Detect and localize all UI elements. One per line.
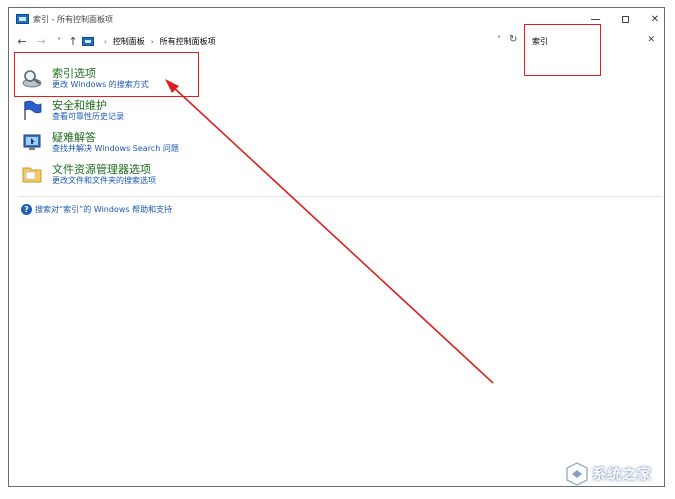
chevron-down-icon: ˅ [57,36,61,46]
arrow-up-icon: ↑ [68,34,78,48]
result-item-security-maintenance[interactable]: 安全和维护 查看可靠性历史记录 [21,97,321,125]
title-bar: 索引 - 所有控制面板项 ✕ [9,8,664,32]
control-panel-window: 索引 - 所有控制面板项 ✕ ← → ˅ ↑ › 控制面板 › 所有控制面板项 … [8,7,665,487]
item-link[interactable]: 查找并解决 Windows Search 问题 [52,143,179,154]
recent-locations-button[interactable]: ˅ [52,34,66,48]
refresh-button[interactable]: ↻ [509,34,517,45]
minimize-icon [590,18,600,20]
clear-search-icon[interactable]: ✕ [647,35,655,45]
breadcrumb-separator-icon: › [104,37,107,46]
site-watermark: 系统之家 [566,458,666,490]
close-button[interactable]: ✕ [640,8,670,30]
help-question-icon: ? [21,204,32,215]
item-link[interactable]: 更改文件和文件夹的搜索选项 [52,175,156,186]
result-item-file-explorer-options[interactable]: 文件资源管理器选项 更改文件和文件夹的搜索选项 [21,161,321,189]
item-link[interactable]: 更改 Windows 的搜索方式 [52,79,149,90]
search-input[interactable]: 索引 [532,36,548,47]
security-maintenance-flag-icon [24,100,42,120]
window-title: 索引 - 所有控制面板项 [33,15,113,24]
help-link-text[interactable]: 搜索对“索引”的 Windows 帮助和支持 [35,204,172,215]
divider [19,196,662,197]
troubleshooting-icon [23,134,41,150]
address-dropdown-button[interactable]: ˅ [497,35,501,44]
file-explorer-options-icon [22,167,42,183]
watermark-logo-icon [566,462,588,486]
breadcrumb-item[interactable]: 控制面板 [113,36,145,47]
forward-button[interactable]: → [34,34,48,48]
watermark-text: 系统之家 [592,467,652,483]
control-panel-icon [82,37,94,46]
item-link[interactable]: 查看可靠性历史记录 [52,111,124,122]
navigation-bar: ← → ˅ ↑ › 控制面板 › 所有控制面板项 ˅ ↻ 索引 ✕ [9,32,664,52]
maximize-button[interactable] [610,8,640,30]
close-icon: ✕ [650,13,660,25]
indexing-options-icon [22,70,42,88]
result-item-troubleshooting[interactable]: 疑难解答 查找并解决 Windows Search 问题 [21,129,321,157]
minimize-button[interactable] [580,8,610,30]
help-support-link[interactable]: ? 搜索对“索引”的 Windows 帮助和支持 [21,204,172,215]
result-item-indexing-options[interactable]: 索引选项 更改 Windows 的搜索方式 [21,65,321,93]
maximize-icon [621,15,629,23]
breadcrumb-item[interactable]: 所有控制面板项 [160,36,216,47]
search-box[interactable]: 索引 ✕ [524,33,661,50]
arrow-left-icon: ← [17,34,27,48]
breadcrumb-separator-icon: › [150,37,154,46]
up-button[interactable]: ↑ [66,34,80,48]
back-button[interactable]: ← [15,34,29,48]
address-bar[interactable]: › 控制面板 › 所有控制面板项 [82,34,518,49]
arrow-right-icon: → [36,34,46,48]
control-panel-icon [16,14,29,24]
